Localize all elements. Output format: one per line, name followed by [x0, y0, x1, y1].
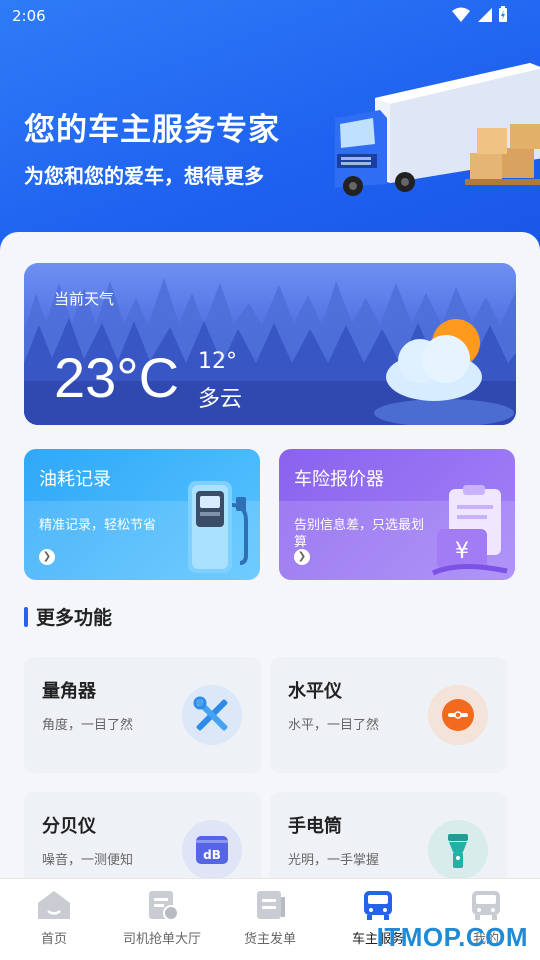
signal-icon: [478, 7, 492, 22]
tool-name: 量角器: [42, 681, 96, 702]
order-hall-icon: [149, 891, 179, 921]
tab-order-hall[interactable]: 司机抢单大厅: [108, 879, 216, 960]
tool-desc: 光明，一手掌握: [288, 853, 380, 868]
section-accent-bar: [24, 606, 28, 627]
insurance-quote-desc: 告别信息差，只选最划算: [294, 518, 425, 550]
price-document-icon: ¥: [431, 485, 508, 576]
hero-banner: 2:06 您的车主服务专家 为您和您的爱车，想得更多: [0, 0, 540, 260]
status-bar: 2:06: [0, 0, 540, 32]
battery-icon: [499, 6, 507, 22]
status-time: 2:06: [12, 7, 46, 25]
decibel-icon: dB: [182, 820, 242, 880]
tab-label: 首页: [40, 932, 67, 947]
arrow-right-icon[interactable]: ❯: [39, 549, 55, 565]
flashlight-icon: [428, 820, 488, 880]
more-functions-title: 更多功能: [36, 607, 113, 629]
tab-home[interactable]: 首页: [0, 879, 108, 960]
partly-cloudy-icon: [386, 319, 482, 401]
home-icon: [38, 891, 70, 919]
level-tool[interactable]: 水平仪 水平，一目了然: [270, 657, 507, 773]
weather-card[interactable]: 当前天气 23°C 12° 多云: [24, 263, 516, 425]
publish-order-icon: [257, 891, 285, 919]
tab-label: 货主发单: [243, 932, 296, 947]
weather-label: 当前天气: [54, 290, 115, 308]
fuel-pump-icon: [188, 481, 248, 573]
tool-desc: 噪音，一测便知: [42, 853, 134, 868]
tool-name: 分贝仪: [42, 816, 96, 837]
fuel-record-card[interactable]: 油耗记录 精准记录，轻松节省 ❯: [24, 449, 260, 580]
profile-bus-icon: [472, 891, 500, 920]
weather-low-temperature: 12°: [198, 349, 237, 374]
tool-desc: 角度，一目了然: [42, 718, 134, 733]
wifi-icon: [452, 7, 470, 22]
tool-name: 手电筒: [288, 816, 342, 837]
svg-text:dB: dB: [203, 848, 221, 862]
tool-desc: 水平，一目了然: [288, 718, 380, 733]
insurance-quote-title: 车险报价器: [294, 469, 384, 490]
watermark: ITMOP.COM: [376, 922, 528, 952]
protractor-tool[interactable]: 量角器 角度，一目了然: [24, 657, 261, 773]
insurance-quote-card[interactable]: 车险报价器 告别信息差，只选最划算 ❯ ¥: [279, 449, 515, 580]
weather-condition: 多云: [198, 387, 243, 412]
hero-subtitle: 为您和您的爱车，想得更多: [24, 164, 264, 188]
protractor-tools-icon: [182, 685, 242, 745]
more-functions-header: 更多功能: [24, 603, 112, 630]
tab-label: 司机抢单大厅: [122, 932, 201, 947]
fuel-record-title: 油耗记录: [39, 469, 111, 490]
status-icons: [452, 6, 508, 23]
tool-name: 水平仪: [288, 681, 342, 702]
truck-illustration: [335, 63, 540, 196]
hero-title: 您的车主服务专家: [24, 112, 280, 148]
weather-temperature: 23°C: [54, 346, 180, 409]
fuel-record-desc: 精准记录，轻松节省: [39, 518, 157, 533]
tab-publish-order[interactable]: 货主发单: [216, 879, 324, 960]
level-icon: [428, 685, 488, 745]
arrow-right-icon[interactable]: ❯: [294, 549, 310, 565]
bus-icon: [364, 891, 392, 920]
svg-text:¥: ¥: [455, 539, 469, 564]
